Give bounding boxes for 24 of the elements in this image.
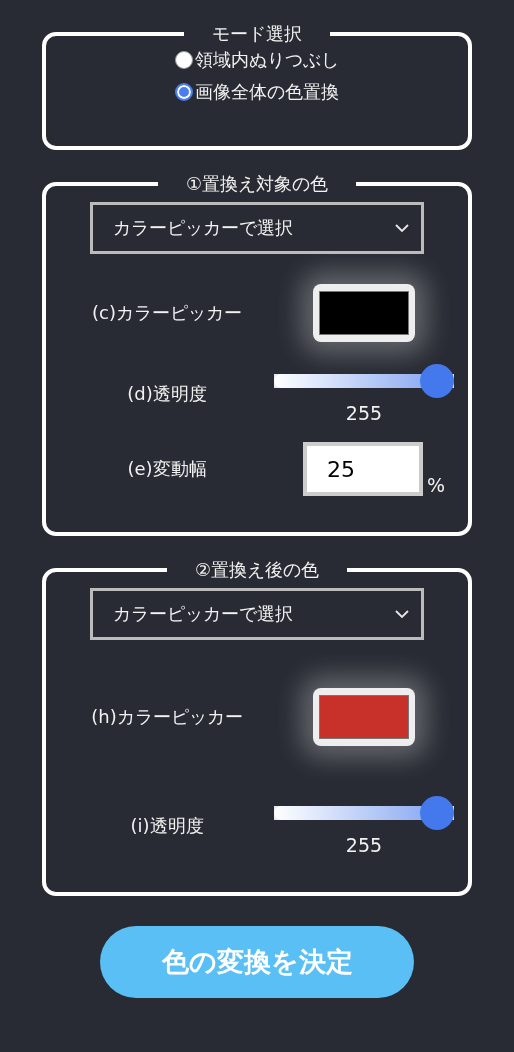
field-label: (d)透明度	[127, 382, 207, 406]
field-label: (h)カラーピッカー	[91, 705, 243, 729]
chevron-down-icon	[395, 609, 409, 619]
slider-value: 255	[345, 402, 383, 424]
panel-title: ②置換え後の色	[193, 558, 321, 582]
dropdown[interactable]: カラーピッカーで選択	[90, 202, 424, 254]
field-label: (i)透明度	[130, 814, 204, 838]
field-label: (c)カラーピッカー	[92, 301, 242, 325]
chevron-down-icon	[395, 223, 409, 233]
radio-button[interactable]	[175, 51, 193, 69]
radio-label[interactable]: 画像全体の色置換	[195, 80, 339, 104]
slider-thumb[interactable]	[420, 796, 454, 830]
number-input[interactable]: 25	[302, 442, 423, 496]
color-picker[interactable]	[313, 688, 415, 746]
panel-title: ①置換え対象の色	[184, 172, 330, 196]
radio-button[interactable]	[175, 83, 193, 101]
unit-label: %	[426, 474, 446, 496]
dropdown[interactable]: カラーピッカーで選択	[90, 588, 424, 640]
panel-title: モード選択	[211, 22, 303, 46]
slider-value: 255	[345, 834, 383, 856]
radio-label[interactable]: 領域内ぬりつぶし	[195, 48, 339, 72]
color-picker[interactable]	[313, 284, 415, 342]
slider-thumb[interactable]	[420, 364, 454, 398]
field-label: (e)変動幅	[127, 457, 207, 481]
